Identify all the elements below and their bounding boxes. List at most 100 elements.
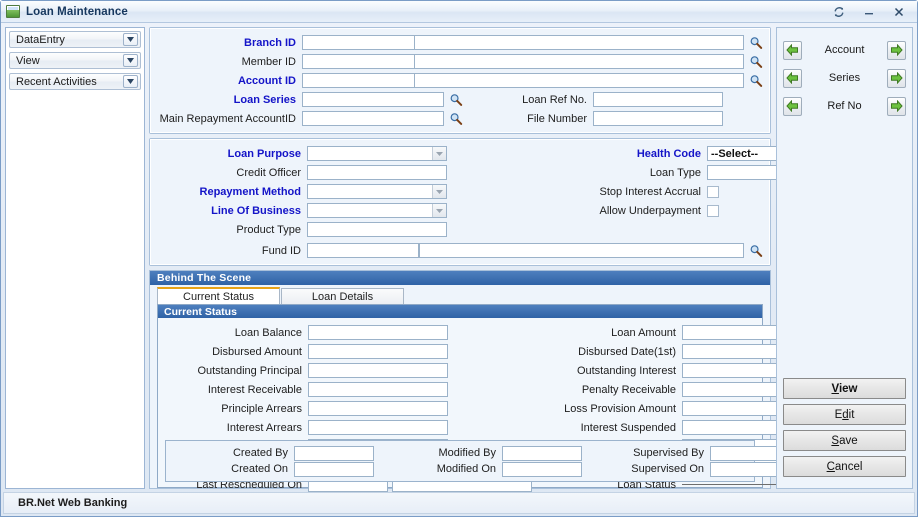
loan-balance-input[interactable] (308, 325, 448, 340)
window-form-icon (6, 5, 20, 18)
chevron-down-icon[interactable] (432, 204, 446, 217)
created-by-input[interactable] (294, 445, 374, 461)
minimize-button[interactable] (855, 3, 883, 21)
audit-panel: Created By Modified By Supervised By Cre… (165, 440, 790, 482)
created-on-input[interactable] (294, 461, 374, 477)
account-id-input[interactable] (302, 73, 414, 88)
credit-officer-label: Credit Officer (236, 166, 301, 179)
chevron-down-icon[interactable] (123, 75, 138, 88)
disbursed-amount-row: Disbursed Amount (158, 343, 532, 360)
audit-row: Created On Modified On Supervised On (166, 461, 790, 477)
outstanding-interest-label: Outstanding Interest (576, 364, 676, 377)
outstanding-principal-input[interactable] (308, 363, 448, 378)
window-title: Loan Maintenance (26, 5, 128, 18)
account-id-row: Account ID (157, 72, 763, 89)
modified-by-cell: Modified By (374, 445, 582, 461)
audit-row: Created By Modified By Supervised By (166, 445, 790, 461)
stop-interest-accrual-label: Stop Interest Accrual (599, 185, 702, 198)
outstanding-principal-label: Outstanding Principal (197, 364, 302, 377)
cancel-button[interactable]: Cancel (783, 456, 906, 477)
fund-id-description-input[interactable] (419, 243, 744, 258)
navigator-label-refno: Ref No (827, 100, 862, 112)
chevron-down-icon[interactable] (432, 147, 446, 160)
principle-arrears-label: Principle Arrears (221, 402, 302, 415)
refresh-button[interactable] (825, 3, 853, 21)
interest-receivable-label: Interest Receivable (207, 383, 302, 396)
chevron-down-icon[interactable] (123, 54, 138, 67)
navigator-row-series: Series (783, 66, 906, 90)
supervised-on-label: Supervised On (631, 463, 704, 475)
interest-arrears-label: Interest Arrears (226, 421, 302, 434)
loan-series-input[interactable] (302, 92, 444, 107)
fund-id-search-icon[interactable] (748, 243, 763, 258)
member-id-search-icon[interactable] (748, 54, 763, 69)
edit-button[interactable]: Edit (783, 404, 906, 425)
health-code-label: Health Code (636, 147, 701, 160)
view-button[interactable]: View (783, 378, 906, 399)
branch-id-search-icon[interactable] (748, 35, 763, 50)
product-type-input[interactable] (307, 222, 447, 237)
loan-balance-label: Loan Balance (234, 326, 302, 339)
branch-id-description-input[interactable] (414, 35, 744, 50)
credit-officer-input[interactable] (307, 165, 447, 180)
main-repayment-account-input[interactable] (302, 111, 444, 126)
account-id-description-input[interactable] (414, 73, 744, 88)
chevron-down-icon[interactable] (432, 185, 446, 198)
modified-on-input[interactable] (502, 461, 582, 477)
account-id-search-icon[interactable] (748, 73, 763, 88)
stop-interest-accrual-checkbox[interactable] (707, 185, 719, 198)
interest-arrears-row: Interest Arrears (158, 419, 532, 436)
tab-current-status[interactable]: Current Status (157, 287, 280, 304)
series-prev-button[interactable] (783, 68, 802, 88)
tabstrip: Current Status Loan Details (150, 285, 770, 304)
refno-prev-button[interactable] (783, 96, 802, 116)
loan-details-panel: Loan Purpose Credit Officer Repayment Me… (149, 138, 845, 266)
branch-id-row: Branch ID (157, 34, 763, 51)
close-button[interactable] (885, 3, 913, 21)
line-of-business-select[interactable] (307, 203, 447, 218)
fund-id-label: Fund ID (261, 244, 301, 257)
file-number-input[interactable] (593, 111, 723, 126)
principle-arrears-input[interactable] (308, 401, 448, 416)
line-of-business-row: Line Of Business (157, 202, 559, 219)
sidebar-item-label: View (16, 54, 40, 67)
repayment-method-select[interactable] (307, 184, 447, 199)
branch-id-input[interactable] (302, 35, 414, 50)
navigator-label-series: Series (828, 72, 861, 84)
loan-balance-row: Loan Balance (158, 324, 532, 341)
loan-series-search-icon[interactable] (448, 92, 463, 107)
interest-arrears-input[interactable] (308, 420, 448, 435)
right-panel: Account Series Ref No View Edit Save Can… (776, 27, 913, 489)
account-prev-button[interactable] (783, 40, 802, 60)
main-form: Branch ID Member ID Account ID Loan Seri… (149, 27, 845, 492)
allow-underpayment-checkbox[interactable] (707, 204, 719, 217)
refno-next-button[interactable] (887, 96, 906, 116)
loan-purpose-select[interactable] (307, 146, 447, 161)
interest-receivable-input[interactable] (308, 382, 448, 397)
health-code-value: --Select-- (711, 147, 759, 160)
account-next-button[interactable] (887, 40, 906, 60)
sidebar-item-recent-activities[interactable]: Recent Activities (9, 73, 141, 90)
modified-by-input[interactable] (502, 445, 582, 461)
main-repayment-search-icon[interactable] (448, 111, 463, 126)
sidebar-item-view[interactable]: View (9, 52, 141, 69)
repayment-method-label: Repayment Method (199, 185, 301, 198)
current-status-left-column: Loan Balance Disbursed Amount Outstandin… (158, 324, 532, 492)
series-next-button[interactable] (887, 68, 906, 88)
penalty-receivable-label: Penalty Receivable (581, 383, 676, 396)
navigator-label-account: Account (824, 44, 865, 56)
member-id-input[interactable] (302, 54, 414, 69)
created-by-cell: Created By (166, 445, 374, 461)
loan-ref-no-input[interactable] (593, 92, 723, 107)
tab-loan-details[interactable]: Loan Details (281, 288, 404, 304)
save-button[interactable]: Save (783, 430, 906, 451)
member-id-description-input[interactable] (414, 54, 744, 69)
sidebar-item-dataentry[interactable]: DataEntry (9, 31, 141, 48)
disbursed-amount-input[interactable] (308, 344, 448, 359)
window-body: DataEntry View Recent Activities Branch … (1, 23, 917, 492)
fund-id-input[interactable] (307, 243, 419, 258)
chevron-down-icon[interactable] (123, 33, 138, 46)
loan-maintenance-window: Loan Maintenance DataEntry View Recent A… (0, 0, 918, 517)
window-controls (825, 1, 913, 23)
modified-on-label: Modified On (436, 463, 496, 475)
